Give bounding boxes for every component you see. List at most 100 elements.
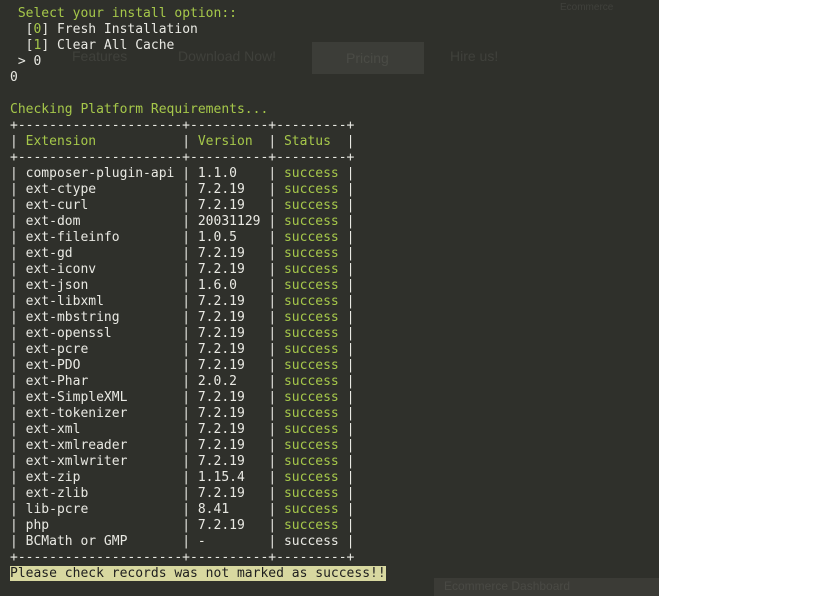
cell-sep: | <box>182 134 198 149</box>
cell-sep: | <box>268 406 284 421</box>
option-bracket-open: [ <box>10 22 34 37</box>
terminal-window[interactable]: Features Download Now! Pricing Hire us! … <box>0 0 659 596</box>
cell-sep: | <box>10 390 26 405</box>
option-bracket-close: ] <box>41 38 57 53</box>
cell-sep: | <box>10 214 26 229</box>
answer-echo-line: 0 <box>10 70 386 86</box>
cell-sep: | <box>346 534 355 549</box>
cell-status: success <box>283 502 347 517</box>
cell-sep: | <box>268 518 284 533</box>
cell-sep: | <box>182 438 198 453</box>
cell-sep: | <box>346 486 355 501</box>
cell-version: 1.0.5 <box>197 230 269 245</box>
cell-version: 7.2.19 <box>197 406 269 421</box>
table-row: | ext-libxml | 7.2.19 | success | <box>10 294 386 310</box>
table-row: | ext-iconv | 7.2.19 | success | <box>10 262 386 278</box>
cell-sep: | <box>268 422 284 437</box>
cell-sep: | <box>182 182 198 197</box>
cell-sep: | <box>346 518 355 533</box>
table-row: | ext-mbstring | 7.2.19 | success | <box>10 310 386 326</box>
cell-status: success <box>283 198 347 213</box>
cell-version: 1.1.0 <box>197 166 269 181</box>
cell-version: 7.2.19 <box>197 518 269 533</box>
cell-status: success <box>283 342 347 357</box>
cell-version: 7.2.19 <box>197 454 269 469</box>
table-row: | ext-ctype | 7.2.19 | success | <box>10 182 386 198</box>
cell-status: success <box>283 262 347 277</box>
prompt-caret: > <box>10 54 34 69</box>
cell-sep: | <box>182 518 198 533</box>
cell-version: - <box>197 534 269 549</box>
cell-sep: | <box>10 246 26 261</box>
warning-line: Please check records was not marked as s… <box>10 566 386 582</box>
cell-sep: | <box>182 294 198 309</box>
table-border-top: +---------------------+----------+------… <box>10 118 386 134</box>
cell-status: success <box>283 166 347 181</box>
cell-sep: | <box>182 454 198 469</box>
table-row: | ext-dom | 20031129 | success | <box>10 214 386 230</box>
cell-sep: | <box>182 230 198 245</box>
cell-sep: | <box>10 486 26 501</box>
cell-sep: | <box>182 278 198 293</box>
table-row: | ext-fileinfo | 1.0.5 | success | <box>10 230 386 246</box>
cell-sep: | <box>10 326 26 341</box>
cell-extension: ext-dom <box>25 214 183 229</box>
cell-sep: | <box>10 166 26 181</box>
table-header-row: | Extension | Version | Status | <box>10 134 386 150</box>
table-row: | ext-zip | 1.15.4 | success | <box>10 470 386 486</box>
cell-sep: | <box>268 294 284 309</box>
prompt-answer: 0 <box>33 54 42 69</box>
cell-sep: | <box>346 390 355 405</box>
cell-sep: | <box>182 198 198 213</box>
cell-sep: | <box>268 310 284 325</box>
cell-sep: | <box>268 342 284 357</box>
cell-sep: | <box>346 438 355 453</box>
cell-version: 20031129 <box>197 214 269 229</box>
cell-sep: | <box>268 182 284 197</box>
cell-sep: | <box>182 374 198 389</box>
table-row: | ext-tokenizer | 7.2.19 | success | <box>10 406 386 422</box>
cell-status: success <box>283 278 347 293</box>
option-label: Fresh Installation <box>56 22 198 37</box>
cell-sep: | <box>10 310 26 325</box>
cell-sep: | <box>346 358 355 373</box>
cell-sep: | <box>268 358 284 373</box>
cell-status: success <box>283 470 347 485</box>
cell-status: success <box>283 374 347 389</box>
cell-version: 7.2.19 <box>197 294 269 309</box>
option-bracket-close: ] <box>41 22 57 37</box>
table-row: | ext-openssl | 7.2.19 | success | <box>10 326 386 342</box>
cell-sep: | <box>10 470 26 485</box>
cell-extension: ext-json <box>25 278 183 293</box>
warning-message: Please check records was not marked as s… <box>10 566 386 581</box>
cell-version: 7.2.19 <box>197 246 269 261</box>
cell-sep: | <box>268 326 284 341</box>
cell-sep: | <box>10 518 26 533</box>
cell-sep: | <box>346 278 355 293</box>
header-version: Version <box>197 134 269 149</box>
cell-sep: | <box>182 246 198 261</box>
cell-sep: | <box>10 198 26 213</box>
table-border-bottom: +---------------------+----------+------… <box>10 550 386 566</box>
cell-version: 7.2.19 <box>197 182 269 197</box>
cell-sep: | <box>268 262 284 277</box>
cell-sep: | <box>346 374 355 389</box>
cell-sep: | <box>268 486 284 501</box>
cell-sep: | <box>182 310 198 325</box>
cell-sep: | <box>10 134 26 149</box>
ghost-bottom-bar-label: Ecommerce Dashboard <box>444 579 571 593</box>
cell-sep: | <box>268 134 284 149</box>
cell-sep: | <box>346 406 355 421</box>
cell-extension: ext-fileinfo <box>25 230 183 245</box>
cell-sep: | <box>268 502 284 517</box>
table-border: +---------------------+----------+------… <box>10 550 355 565</box>
cell-sep: | <box>182 214 198 229</box>
cell-sep: | <box>346 310 355 325</box>
prompt-answer-line: > 0 <box>10 54 386 70</box>
cell-sep: | <box>10 438 26 453</box>
cell-status: success <box>283 406 347 421</box>
cell-sep: | <box>346 470 355 485</box>
cell-sep: | <box>182 422 198 437</box>
